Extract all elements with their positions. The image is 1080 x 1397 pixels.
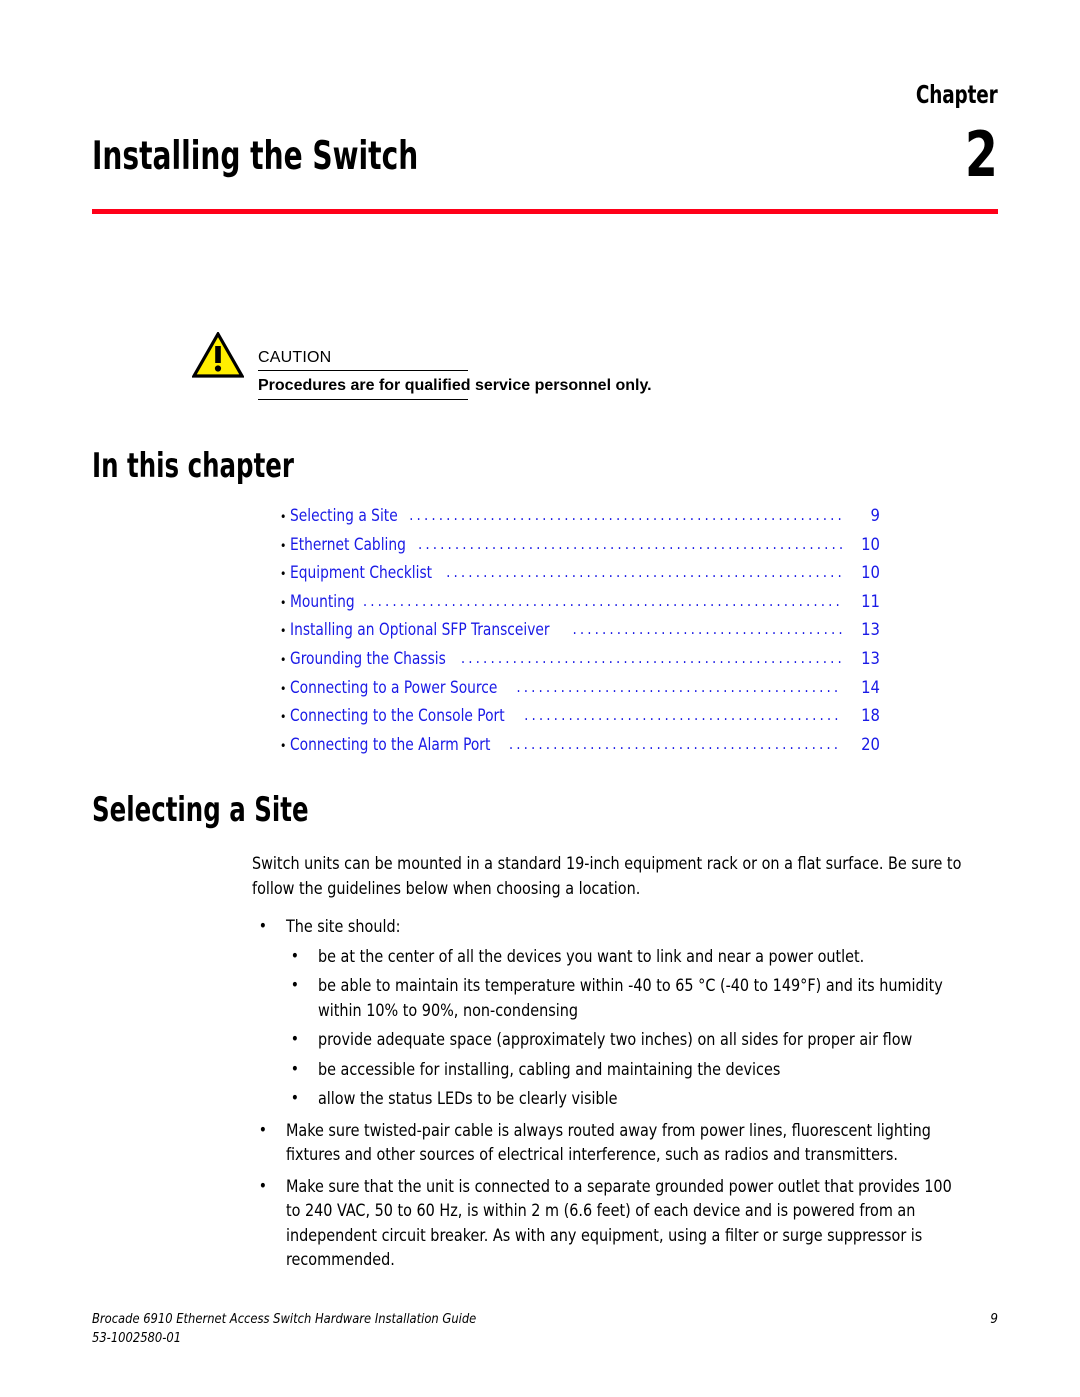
heading-in-this-chapter: In this chapter: [92, 446, 294, 486]
list-item: • be at the center of all the devices yo…: [286, 945, 970, 970]
bullet-icon: •: [280, 624, 287, 639]
toc-item-page: 10: [861, 534, 880, 554]
caution-label: CAUTION: [258, 349, 332, 366]
bullet-icon: •: [280, 510, 287, 524]
list-item-text: Make sure twisted-pair cable is always r…: [285, 1120, 931, 1165]
list-item-text: be accessible for installing, cabling an…: [317, 1059, 781, 1079]
list-item: • be accessible for installing, cabling …: [286, 1058, 970, 1083]
toc-item-label: Ethernet Cabling: [290, 534, 407, 554]
bullet-icon: •: [280, 738, 287, 753]
toc-leader: ........................................…: [362, 591, 842, 610]
list-item-text: be able to maintain its temperature with…: [317, 976, 943, 1020]
toc-item-ethernet-cabling[interactable]: • Ethernet Cabling .....................…: [280, 535, 880, 564]
section-body-selecting-a-site: Switch units can be mounted in a standar…: [252, 852, 992, 1280]
bullet-icon: •: [290, 1058, 300, 1078]
footer-document-title: Brocade 6910 Ethernet Access Switch Hard…: [92, 1311, 477, 1327]
toc-item-page: 20: [861, 734, 880, 754]
document-page: Chapter 2 Installing the Switch CAUTION …: [0, 0, 1080, 1397]
footer-document-number: 53-1002580-01: [92, 1330, 182, 1346]
list-item: • allow the status LEDs to be clearly vi…: [286, 1087, 970, 1112]
bullet-icon: •: [290, 1029, 300, 1048]
bullet-icon: •: [280, 681, 287, 696]
list-item-text: allow the status LEDs to be clearly visi…: [317, 1089, 618, 1108]
toc-item-connecting-alarm-port[interactable]: • Connecting to the Alarm Port .........…: [280, 735, 880, 764]
toc-item-connecting-power-source[interactable]: • Connecting to a Power Source .........…: [280, 678, 880, 707]
list-item-text: The site should:: [285, 917, 401, 936]
list-item: • be able to maintain its temperature wi…: [286, 974, 970, 1023]
bullet-icon: •: [290, 1088, 300, 1107]
caution-text: Procedures are for qualified service per…: [258, 377, 652, 395]
toc-leader: ........................................…: [508, 734, 842, 753]
toc-item-label: Connecting to a Power Source: [290, 677, 498, 697]
caution-rule-bottom: [258, 399, 468, 401]
toc-item-mounting[interactable]: • Mounting .............................…: [280, 592, 880, 621]
bullet-icon: •: [258, 1175, 268, 1195]
toc-leader: ........................................…: [417, 534, 842, 553]
toc-leader: ........................................…: [446, 563, 842, 582]
list-item-text: provide adequate space (approximately tw…: [317, 1030, 913, 1049]
footer-page-number: 9: [990, 1311, 998, 1327]
toc-item-page: 9: [870, 506, 880, 525]
toc-item-page: 14: [861, 677, 880, 697]
bullet-icon: •: [290, 975, 300, 994]
footer-document-info: Brocade 6910 Ethernet Access Switch Hard…: [92, 1310, 476, 1348]
bullet-icon: •: [258, 916, 268, 935]
toc-item-equipment-checklist[interactable]: • Equipment Checklist ..................…: [280, 563, 880, 592]
chapter-label: Chapter: [916, 80, 998, 109]
bullet-icon: •: [280, 710, 287, 725]
bullet-icon: •: [258, 1119, 268, 1139]
toc-item-grounding-the-chassis[interactable]: • Grounding the Chassis ................…: [280, 649, 880, 678]
toc-item-label: Connecting to the Console Port: [290, 706, 505, 726]
toc-item-label: Grounding the Chassis: [290, 648, 447, 668]
intro-paragraph: Switch units can be mounted in a standar…: [252, 854, 962, 898]
list-item: • Make sure that the unit is connected t…: [252, 1175, 970, 1273]
toc-item-selecting-a-site[interactable]: • Selecting a Site .....................…: [280, 506, 880, 535]
bullet-icon: •: [280, 567, 287, 582]
bullet-icon: •: [290, 945, 300, 965]
warning-triangle-icon: [191, 330, 245, 378]
toc-leader: ........................................…: [460, 648, 842, 667]
toc-leader: ........................................…: [572, 620, 842, 639]
bullet-icon: •: [280, 652, 287, 667]
toc-item-label: Mounting: [290, 591, 356, 611]
bullet-icon: •: [280, 538, 287, 553]
toc-leader: ........................................…: [524, 706, 842, 725]
guidelines-list: • The site should: • be at the center of…: [252, 915, 992, 1273]
heading-selecting-a-site: Selecting a Site: [92, 790, 309, 830]
chapter-number: 2: [965, 118, 998, 191]
toc-item-label: Selecting a Site: [290, 506, 399, 525]
caution-body: CAUTION Procedures are for qualified ser…: [258, 348, 652, 405]
toc-item-page: 13: [861, 620, 880, 640]
bullet-icon: •: [280, 595, 287, 610]
toc-item-label: Connecting to the Alarm Port: [290, 734, 491, 754]
header-red-rule: [92, 209, 998, 214]
list-item-text: Make sure that the unit is connected to …: [285, 1176, 952, 1270]
toc-leader: ........................................…: [516, 677, 842, 696]
toc-item-label: Installing an Optional SFP Transceiver: [290, 620, 550, 640]
list-item: • Make sure twisted-pair cable is always…: [252, 1119, 970, 1168]
list-item: • provide adequate space (approximately …: [286, 1028, 970, 1053]
list-item: • The site should: • be at the center of…: [252, 915, 970, 1112]
toc-item-page: 13: [861, 648, 880, 668]
list-item-text: be at the center of all the devices you …: [317, 946, 865, 966]
toc-item-page: 18: [861, 706, 880, 726]
toc-item-installing-sfp-transceiver[interactable]: • Installing an Optional SFP Transceiver…: [280, 620, 880, 649]
toc-leader: ........................................…: [409, 506, 842, 524]
toc-item-page: 10: [861, 563, 880, 583]
toc-item-page: 11: [861, 591, 880, 611]
toc-item-label: Equipment Checklist: [290, 563, 433, 583]
caution-rule-top: [258, 370, 468, 372]
toc-item-connecting-console-port[interactable]: • Connecting to the Console Port .......…: [280, 706, 880, 735]
site-requirements-list: • be at the center of all the devices yo…: [286, 945, 970, 1112]
table-of-contents: • Selecting a Site .....................…: [280, 506, 880, 763]
page-title: Installing the Switch: [92, 134, 419, 179]
